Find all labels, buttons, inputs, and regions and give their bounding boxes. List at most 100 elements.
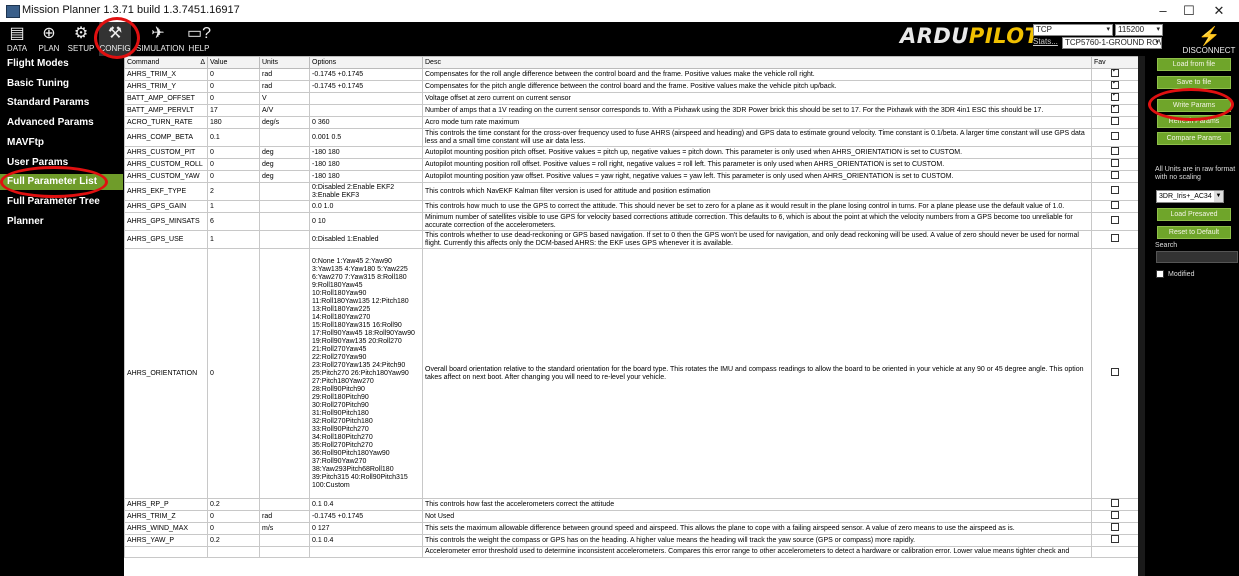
param-value-cell[interactable]: 1 <box>207 200 260 213</box>
param-value-cell[interactable]: 0 <box>207 68 260 81</box>
favorite-checkbox[interactable] <box>1111 511 1119 519</box>
param-value-cell[interactable]: 2 <box>207 182 260 201</box>
data-tab[interactable]: ▤ DATA <box>2 22 32 56</box>
load-presaved-button[interactable]: Load Presaved <box>1157 208 1231 221</box>
table-row[interactable]: AHRS_TRIM_Y 0 rad -0.1745 +0.1745 Compensate… <box>124 80 1138 93</box>
favorite-checkbox[interactable] <box>1111 105 1119 113</box>
setup-tab[interactable]: ⚙ SETUP <box>66 22 96 56</box>
sidebar-item-planner[interactable]: Planner <box>7 215 117 229</box>
help-tab[interactable]: ▭? HELP <box>184 22 214 56</box>
sort-ascending-icon: Δ <box>200 59 205 66</box>
param-value-cell[interactable]: 180 <box>207 116 260 129</box>
baud-select[interactable]: 115200 ▾ <box>1115 24 1163 36</box>
param-value-cell[interactable]: 0.2 <box>207 534 260 547</box>
table-row[interactable]: AHRS_ORIENTATION 0 0:None 1:Yaw45 2:Yaw90 … <box>124 248 1138 499</box>
table-row[interactable]: Accelerometer error threshold used to de… <box>124 546 1138 558</box>
favorite-checkbox[interactable] <box>1111 201 1119 209</box>
param-value-cell[interactable] <box>207 546 260 558</box>
favorite-checkbox[interactable] <box>1111 535 1119 543</box>
param-value-cell[interactable]: 0 <box>207 158 260 171</box>
column-header-value[interactable]: Value <box>207 56 260 69</box>
column-header-units[interactable]: Units <box>259 56 310 69</box>
param-value-cell[interactable]: 0 <box>207 146 260 159</box>
sidebar-item-standard-params[interactable]: Standard Params <box>7 96 117 110</box>
param-value-cell[interactable]: 6 <box>207 212 260 231</box>
param-file-select[interactable]: 3DR_Iris+_AC34 ▼ <box>1156 190 1224 203</box>
favorite-checkbox[interactable] <box>1111 132 1119 140</box>
favorite-checkbox[interactable] <box>1111 171 1119 179</box>
param-fav-cell <box>1091 68 1138 81</box>
sidebar-item-basic-tuning[interactable]: Basic Tuning <box>7 77 117 91</box>
sidebar-item-advanced-params[interactable]: Advanced Params <box>7 116 117 130</box>
search-input[interactable] <box>1156 251 1238 263</box>
table-row[interactable]: BATT_AMP_PERVLT 17 A/V Number of amps that … <box>124 104 1138 117</box>
param-value-cell[interactable]: 0.1 <box>207 128 260 147</box>
favorite-checkbox[interactable] <box>1111 147 1119 155</box>
sidebar-item-mavftp[interactable]: MAVFtp <box>7 136 117 150</box>
favorite-checkbox[interactable] <box>1111 81 1119 89</box>
param-value-cell[interactable]: 0 <box>207 80 260 93</box>
param-fav-cell <box>1091 248 1138 499</box>
favorite-checkbox[interactable] <box>1111 216 1119 224</box>
favorite-checkbox[interactable] <box>1111 368 1119 376</box>
table-row[interactable]: AHRS_COMP_BETA 0.1 0.001 0.5 This controls … <box>124 128 1138 147</box>
param-value-cell[interactable]: 17 <box>207 104 260 117</box>
favorite-checkbox[interactable] <box>1111 234 1119 242</box>
table-row[interactable]: AHRS_GPS_MINSATS 6 0 10 Minimum number of s… <box>124 212 1138 231</box>
link-select[interactable]: TCP5760-1-GROUND ROV ▾ <box>1062 37 1162 49</box>
plan-tab[interactable]: ⊕ PLAN <box>34 22 64 56</box>
stats-link[interactable]: Stats... <box>1033 37 1058 46</box>
param-options-cell: 0.0 1.0 <box>309 200 423 213</box>
table-row[interactable]: BATT_AMP_OFFSET 0 V Voltage offset at zero … <box>124 92 1138 105</box>
param-value-cell[interactable]: 0 <box>207 522 260 535</box>
column-header-fav[interactable]: Fav <box>1091 56 1138 69</box>
table-row[interactable]: AHRS_YAW_P 0.2 0.1 0.4 This controls the we… <box>124 534 1138 547</box>
param-value-cell[interactable]: 0 <box>207 248 260 499</box>
favorite-checkbox[interactable] <box>1111 93 1119 101</box>
sidebar-item-flight-modes[interactable]: Flight Modes <box>7 57 117 71</box>
grid-scrollbar[interactable] <box>1138 56 1145 576</box>
table-row[interactable]: AHRS_TRIM_Z 0 rad -0.1745 +0.1745 Not Used <box>124 510 1138 523</box>
favorite-checkbox[interactable] <box>1111 159 1119 167</box>
table-row[interactable]: AHRS_GPS_GAIN 1 0.0 1.0 This controls how m… <box>124 200 1138 213</box>
search-label: Search <box>1155 242 1178 249</box>
table-row[interactable]: AHRS_CUSTOM_ROLL 0 deg -180 180 Autopilot mo… <box>124 158 1138 171</box>
favorite-checkbox[interactable] <box>1111 69 1119 77</box>
table-row[interactable]: AHRS_WIND_MAX 0 m/s 0 127 This sets the maxi… <box>124 522 1138 535</box>
favorite-checkbox[interactable] <box>1111 523 1119 531</box>
modified-filter[interactable]: Modified <box>1156 270 1194 278</box>
table-row[interactable]: AHRS_CUSTOM_YAW 0 deg -180 180 Autopilot mou… <box>124 170 1138 183</box>
table-row[interactable]: ACRO_TURN_RATE 180 deg/s 0 360 Acro mode tur… <box>124 116 1138 129</box>
column-header-desc[interactable]: Desc <box>422 56 1092 69</box>
reset-to-default-button[interactable]: Reset to Default <box>1157 226 1231 239</box>
favorite-checkbox[interactable] <box>1111 117 1119 125</box>
param-value-cell[interactable]: 0 <box>207 510 260 523</box>
load-from-file-button[interactable]: Load from file <box>1157 58 1231 71</box>
compare-params-button[interactable]: Compare Params <box>1157 132 1231 145</box>
table-row[interactable]: AHRS_GPS_USE 1 0:Disabled 1:Enabled This co… <box>124 230 1138 249</box>
table-row[interactable]: AHRS_EKF_TYPE 2 0:Disabled 2:Enable EKF2 3… <box>124 182 1138 201</box>
disconnect-button[interactable]: ⚡ DISCONNECT <box>1180 26 1238 56</box>
param-value-cell[interactable]: 0 <box>207 170 260 183</box>
param-value-cell[interactable]: 1 <box>207 230 260 249</box>
param-name-cell <box>124 546 208 558</box>
close-button[interactable]: ✕ <box>1196 0 1239 22</box>
param-value-cell[interactable]: 0 <box>207 92 260 105</box>
modified-checkbox[interactable] <box>1156 270 1164 278</box>
table-row[interactable]: AHRS_CUSTOM_PIT 0 deg -180 180 Autopilot mou… <box>124 146 1138 159</box>
column-header-options[interactable]: Options <box>309 56 423 69</box>
column-header-command[interactable]: Command Δ <box>124 56 208 69</box>
connection-type-select[interactable]: TCP ▾ <box>1033 24 1113 36</box>
favorite-checkbox[interactable] <box>1111 499 1119 507</box>
param-options-cell: -0.1745 +0.1745 <box>309 510 423 523</box>
param-fav-cell <box>1091 510 1138 523</box>
param-desc-cell: Autopilot mounting position roll offset.… <box>422 158 1092 171</box>
simulation-tab[interactable]: ✈ SIMULATION <box>136 22 184 56</box>
param-options-cell <box>309 92 423 105</box>
param-name-cell: AHRS_ORIENTATION <box>124 248 208 499</box>
param-value-cell[interactable]: 0.2 <box>207 498 260 511</box>
param-desc-cell: Voltage offset at zero current on curren… <box>422 92 1092 105</box>
table-row[interactable]: AHRS_TRIM_X 0 rad -0.1745 +0.1745 Compensate… <box>124 68 1138 81</box>
favorite-checkbox[interactable] <box>1111 186 1119 194</box>
table-row[interactable]: AHRS_RP_P 0.2 0.1 0.4 This controls how fas… <box>124 498 1138 511</box>
